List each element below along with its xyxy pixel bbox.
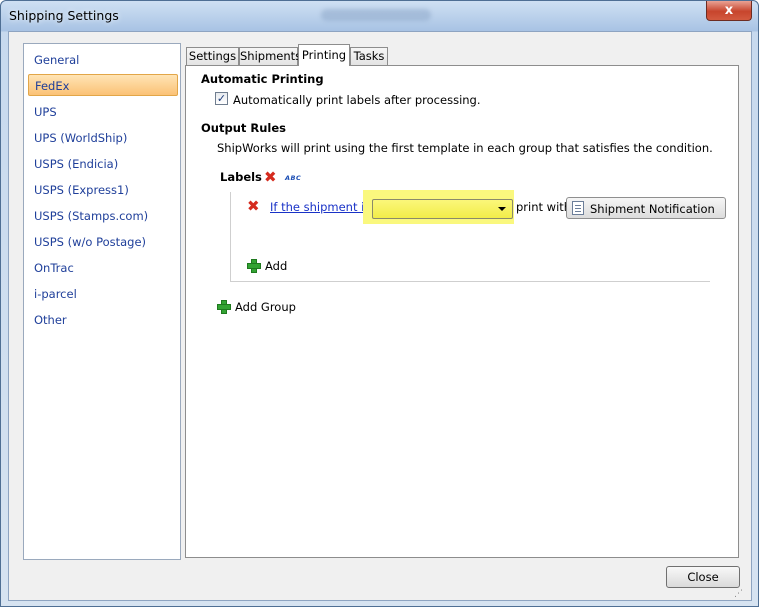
carrier-item-ups[interactable]: UPS bbox=[28, 101, 178, 123]
carrier-item-ontrac[interactable]: OnTrac bbox=[28, 257, 178, 279]
output-rules-description: ShipWorks will print using the first tem… bbox=[217, 141, 713, 155]
carrier-item-usps-no-postage[interactable]: USPS (w/o Postage) bbox=[28, 231, 178, 253]
template-name: Shipment Notification bbox=[590, 202, 715, 216]
chevron-down-icon bbox=[498, 207, 506, 211]
delete-group-icon[interactable]: ✖ bbox=[264, 170, 277, 185]
tab-shipments[interactable]: Shipments bbox=[239, 47, 301, 66]
add-rule-plus-icon[interactable] bbox=[247, 259, 261, 273]
tab-tasks[interactable]: Tasks bbox=[350, 47, 388, 66]
output-rules-heading: Output Rules bbox=[201, 121, 287, 135]
carrier-item-usps-endicia[interactable]: USPS (Endicia) bbox=[28, 153, 178, 175]
resize-grip-icon[interactable]: ⋰ bbox=[734, 589, 743, 599]
title-bar[interactable]: Shipping Settings x bbox=[1, 1, 758, 31]
add-group-button[interactable]: Add Group bbox=[235, 300, 296, 314]
printing-panel: Automatic Printing ✓ Automatically print… bbox=[185, 65, 739, 558]
add-rule-button[interactable]: Add bbox=[265, 259, 287, 273]
carrier-item-other[interactable]: Other bbox=[28, 309, 178, 331]
close-button[interactable]: Close bbox=[666, 566, 740, 588]
carrier-item-usps-stamps[interactable]: USPS (Stamps.com) bbox=[28, 205, 178, 227]
rename-group-icon[interactable]: ABC bbox=[285, 174, 301, 182]
template-selector-button[interactable]: Shipment Notification bbox=[566, 197, 726, 219]
carrier-item-usps-express1[interactable]: USPS (Express1) bbox=[28, 179, 178, 201]
window-close-icon[interactable]: x bbox=[706, 1, 752, 21]
window-title: Shipping Settings bbox=[9, 8, 119, 23]
dialog-client-area: General FedEx UPS UPS (WorldShip) USPS (… bbox=[8, 31, 752, 601]
auto-print-label: Automatically print labels after process… bbox=[233, 93, 481, 107]
delete-rule-icon[interactable]: ✖ bbox=[247, 199, 260, 214]
group-name: Labels bbox=[220, 170, 262, 184]
auto-print-checkbox[interactable]: ✓ bbox=[215, 92, 228, 105]
carrier-item-i-parcel[interactable]: i-parcel bbox=[28, 283, 178, 305]
shipping-settings-window: Shipping Settings x General FedEx UPS UP… bbox=[0, 0, 759, 607]
add-group-plus-icon[interactable] bbox=[217, 300, 231, 314]
condition-filter-dropdown[interactable] bbox=[372, 199, 513, 219]
carrier-list: General FedEx UPS UPS (WorldShip) USPS (… bbox=[23, 43, 181, 560]
tab-settings[interactable]: Settings bbox=[186, 47, 239, 66]
print-with-label: print with bbox=[516, 200, 572, 214]
tab-printing[interactable]: Printing bbox=[298, 44, 350, 66]
automatic-printing-heading: Automatic Printing bbox=[201, 72, 324, 86]
title-bar-blur bbox=[321, 9, 431, 21]
carrier-item-fedex[interactable]: FedEx bbox=[28, 74, 178, 96]
carrier-item-ups-worldship[interactable]: UPS (WorldShip) bbox=[28, 127, 178, 149]
carrier-item-general[interactable]: General bbox=[28, 49, 178, 71]
template-document-icon bbox=[572, 201, 584, 215]
